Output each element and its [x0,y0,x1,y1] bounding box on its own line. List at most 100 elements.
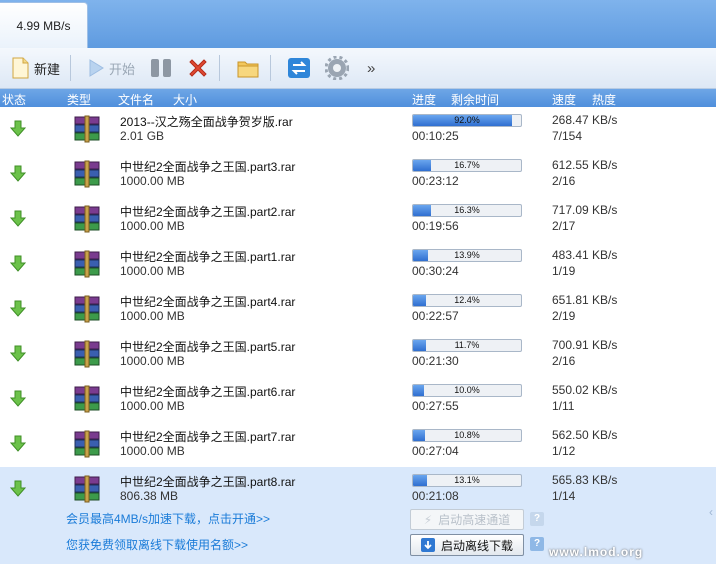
file-name: 中世纪2全面战争之王国.part3.rar [120,160,296,174]
file-name: 中世纪2全面战争之王国.part6.rar [120,385,296,399]
download-speed: 700.91 KB/s [552,338,618,352]
file-name: 中世纪2全面战争之王国.part5.rar [120,340,296,354]
col-filename[interactable]: 文件名 [118,91,154,108]
toolbar-divider [219,55,221,81]
winrar-archive-icon [74,475,100,503]
downloading-arrow-icon [10,120,26,137]
vip-promo-link[interactable]: 会员最高4MB/s加速下载，点击开通>> [66,510,270,527]
new-file-icon [12,57,29,79]
time-remaining: 00:23:12 [412,174,459,188]
col-speed[interactable]: 速度 [552,91,576,108]
winrar-archive-icon [74,295,100,323]
downloading-arrow-icon [10,165,26,182]
download-speed: 612.55 KB/s [552,158,618,172]
file-name: 中世纪2全面战争之王国.part4.rar [120,295,296,309]
download-row[interactable]: 中世纪2全面战争之王国.part1.rar 1000.00 MB 13.9% 0… [0,242,716,288]
pause-icon [151,59,172,77]
time-remaining: 00:22:57 [412,309,459,323]
file-size: 1000.00 MB [120,309,185,323]
progress-percent: 16.3% [454,205,480,215]
progress-percent: 92.0% [454,115,480,125]
download-speed: 550.02 KB/s [552,383,618,397]
col-heat[interactable]: 热度 [592,91,616,108]
toolbar: 新建 开始 » [0,48,716,89]
time-remaining: 00:27:04 [412,444,459,458]
progress-percent: 13.1% [454,475,480,485]
settings-button[interactable] [321,53,353,83]
progress-percent: 10.8% [454,430,480,440]
progress-percent: 16.7% [454,160,480,170]
watermark: www.lmod.org [549,545,644,559]
offline-download-label: 启动离线下载 [440,538,513,553]
time-remaining: 00:21:30 [412,354,459,368]
col-status[interactable]: 状态 [2,91,26,108]
file-size: 2.01 GB [120,129,165,143]
download-speed: 717.09 KB/s [552,203,618,217]
bolt-icon: ⚡ [423,512,433,527]
toolbar-divider [70,55,72,81]
open-folder-button[interactable] [232,53,264,83]
swap-arrows-icon [288,58,311,78]
progress-bar: 92.0% [412,114,522,127]
winrar-archive-icon [74,115,100,143]
offline-download-button[interactable]: 启动离线下载 [410,534,524,556]
winrar-archive-icon [74,160,100,188]
file-name: 中世纪2全面战争之王国.part7.rar [120,430,296,444]
progress-bar: 16.3% [412,204,522,217]
help-icon[interactable]: ? [530,537,544,551]
collapse-arrow-icon[interactable]: ‹ [709,505,713,519]
folder-icon [237,61,259,78]
high-speed-channel-button[interactable]: ⚡ 启动高速通道 [410,509,524,530]
download-row[interactable]: 中世纪2全面战争之王国.part7.rar 1000.00 MB 10.8% 0… [0,422,716,468]
play-icon [89,59,104,77]
time-remaining: 00:21:08 [412,489,459,503]
download-row[interactable]: 中世纪2全面战争之王国.part2.rar 1000.00 MB 16.3% 0… [0,197,716,243]
winrar-archive-icon [74,385,100,413]
column-header: 状态 类型 文件名 大小 进度 剩余时间 速度 热度 [0,89,716,107]
download-row[interactable]: 中世纪2全面战争之王国.part4.rar 1000.00 MB 12.4% 0… [0,287,716,333]
time-remaining: 00:10:25 [412,129,459,143]
downloading-arrow-icon [10,435,26,452]
heat-ratio: 1/19 [552,264,576,278]
pause-button[interactable] [145,53,177,83]
speed-tab[interactable]: 4.99 MB/s [0,2,88,49]
col-type[interactable]: 类型 [67,91,91,108]
time-remaining: 00:27:55 [412,399,459,413]
download-speed: 565.83 KB/s [552,473,618,487]
title-bar: 4.99 MB/s [0,0,716,49]
download-row[interactable]: 2013--汉之殇全面战争贺岁版.rar 2.01 GB 92.0% 00:10… [0,107,716,153]
winrar-archive-icon [74,250,100,278]
winrar-archive-icon [74,205,100,233]
progress-bar: 13.9% [412,249,522,262]
downloading-arrow-icon [10,345,26,362]
gear-icon [325,56,350,80]
download-arrow-icon [420,538,435,552]
file-name: 中世纪2全面战争之王国.part8.rar [120,475,296,489]
high-speed-channel-label: 启动高速通道 [438,513,511,527]
download-speed: 268.47 KB/s [552,113,618,127]
file-name: 2013--汉之殇全面战争贺岁版.rar [120,115,293,129]
download-row[interactable]: 中世纪2全面战争之王国.part3.rar 1000.00 MB 16.7% 0… [0,152,716,198]
heat-ratio: 2/16 [552,354,576,368]
progress-bar: 16.7% [412,159,522,172]
delete-x-icon [189,59,207,77]
delete-button[interactable] [183,53,213,83]
download-speed: 651.81 KB/s [552,293,618,307]
col-size[interactable]: 大小 [173,91,197,108]
start-button[interactable]: 开始 [83,53,139,83]
more-chevron-icon: » [367,59,376,77]
download-row[interactable]: 中世纪2全面战争之王国.part5.rar 1000.00 MB 11.7% 0… [0,332,716,378]
col-progress[interactable]: 进度 [412,91,436,108]
more-button[interactable]: » [359,53,379,83]
col-remaining[interactable]: 剩余时间 [451,91,499,108]
help-icon[interactable]: ? [530,512,544,526]
file-size: 1000.00 MB [120,444,185,458]
new-task-label: 新建 [34,61,61,77]
download-row[interactable]: 中世纪2全面战争之王国.part6.rar 1000.00 MB 10.0% 0… [0,377,716,423]
sync-button[interactable] [283,53,315,83]
offline-promo-link[interactable]: 您获免费领取离线下载使用名额>> [66,536,248,553]
winrar-archive-icon [74,340,100,368]
time-remaining: 00:19:56 [412,219,459,233]
new-task-button[interactable]: 新建 [6,53,64,83]
progress-percent: 11.7% [454,340,480,350]
